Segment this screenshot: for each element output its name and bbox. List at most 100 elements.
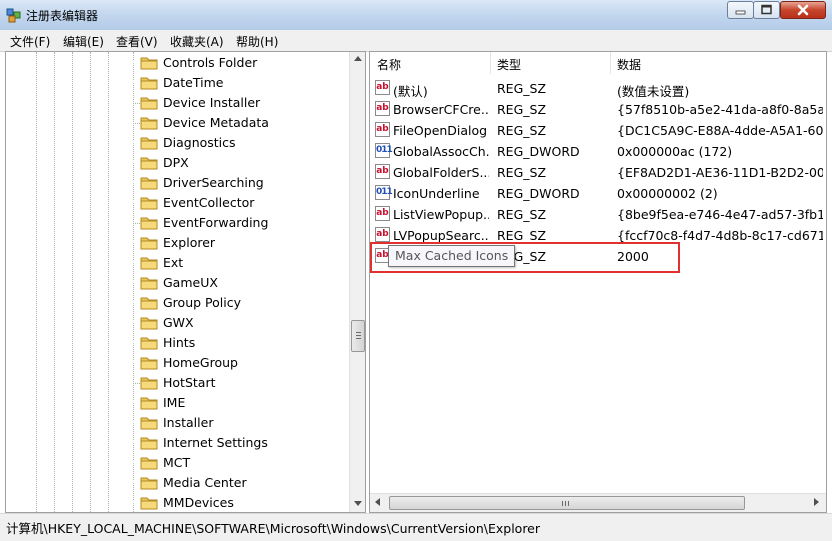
expand-arrow-icon[interactable] xyxy=(129,437,135,447)
window-title: 注册表编辑器 xyxy=(26,9,99,23)
tree-item[interactable]: Internet Settings xyxy=(6,433,350,453)
value-row[interactable]: ab GlobalFolderS... REG_SZ {EF8AD2D1-AE36-1… xyxy=(370,161,826,182)
string-value-icon: ab xyxy=(375,164,390,179)
expand-arrow-icon[interactable] xyxy=(129,477,135,487)
value-row[interactable]: 011 IconUnderline REG_DWORD 0x00000002 (2) xyxy=(370,182,826,203)
expand-arrow-icon[interactable] xyxy=(129,457,135,467)
tree-item[interactable]: GameUX xyxy=(6,273,350,293)
tree-item[interactable]: Group Policy xyxy=(6,293,350,313)
column-header-data[interactable]: 数据 xyxy=(610,52,826,74)
column-header-type[interactable]: 类型 xyxy=(490,52,610,74)
tree-item[interactable]: DPX xyxy=(6,153,350,173)
folder-icon xyxy=(140,417,158,430)
close-button[interactable] xyxy=(780,1,826,19)
expand-arrow-icon[interactable] xyxy=(129,177,135,187)
expand-arrow-icon[interactable] xyxy=(129,137,135,147)
expand-arrow-icon[interactable] xyxy=(129,237,135,247)
values-horizontal-scrollbar[interactable] xyxy=(370,493,826,512)
tree-item[interactable]: IME xyxy=(6,393,350,413)
value-row[interactable]: ab FileOpenDialog REG_SZ {DC1C5A9C-E88A-4dd… xyxy=(370,119,826,140)
expand-arrow-icon[interactable] xyxy=(129,497,135,507)
value-row[interactable]: 011 GlobalAssocCh... REG_DWORD 0x000000ac (… xyxy=(370,140,826,161)
tree-item[interactable]: MCT xyxy=(6,453,350,473)
menu-edit[interactable]: 编辑(E) xyxy=(63,33,104,50)
tree-item-label: GWX xyxy=(163,315,194,330)
tree-item[interactable]: Explorer xyxy=(6,233,350,253)
string-value-icon: ab xyxy=(375,122,390,137)
value-data: {DC1C5A9C-E88A-4dde-A5A1-60F82 xyxy=(617,123,823,138)
tree-item-label: DateTime xyxy=(163,75,224,90)
expand-arrow-icon[interactable] xyxy=(129,397,135,407)
scroll-left-arrow-icon[interactable] xyxy=(375,498,380,506)
expand-arrow-icon[interactable] xyxy=(129,57,135,67)
maximize-icon xyxy=(761,4,772,15)
tree-item[interactable]: EventCollector xyxy=(6,193,350,213)
menu-help[interactable]: 帮助(H) xyxy=(236,33,278,50)
value-row[interactable]: ab (默认) REG_SZ (数值未设置) xyxy=(370,77,826,99)
tree-item[interactable]: Device Installer xyxy=(6,93,350,113)
expand-arrow-icon[interactable] xyxy=(129,317,135,327)
folder-icon xyxy=(140,477,158,490)
tree-item-label: Diagnostics xyxy=(163,135,236,150)
menu-file[interactable]: 文件(F) xyxy=(10,33,50,50)
registry-values-list[interactable]: 名称 类型 数据 ab (默认) REG_SZ (数值未设置) ab BrowserCFC… xyxy=(369,51,827,513)
value-row[interactable]: ab BrowserCFCre... REG_SZ {57f8510b-a5e2-41… xyxy=(370,98,826,119)
values-scroll-thumb[interactable] xyxy=(389,496,745,510)
tree-item[interactable]: EventForwarding xyxy=(6,213,350,233)
tree-vertical-scrollbar[interactable] xyxy=(349,52,365,512)
column-header-name[interactable]: 名称 xyxy=(370,52,490,74)
tree-item[interactable]: GWX xyxy=(6,313,350,333)
value-type: REG_SZ xyxy=(497,207,547,222)
folder-icon xyxy=(140,197,158,210)
tree-item[interactable]: Diagnostics xyxy=(6,133,350,153)
expand-arrow-icon[interactable] xyxy=(129,357,135,367)
expand-arrow-icon[interactable] xyxy=(129,277,135,287)
tree-item-label: MMDevices xyxy=(163,495,234,510)
expand-arrow-icon[interactable] xyxy=(129,157,135,167)
tree-item-label: Explorer xyxy=(163,235,216,250)
scroll-down-arrow-icon[interactable] xyxy=(354,501,362,506)
tree-item-label: DriverSearching xyxy=(163,175,264,190)
status-bar: 计算机\HKEY_LOCAL_MACHINE\SOFTWARE\Microsof… xyxy=(0,513,832,541)
registry-key-tree[interactable]: Controls Folder DateTime Device Installer D… xyxy=(5,51,366,513)
tree-item[interactable]: Controls Folder xyxy=(6,53,350,73)
folder-icon xyxy=(140,377,158,390)
folder-icon xyxy=(140,57,158,70)
registry-app-icon xyxy=(6,8,21,23)
tree-item[interactable]: Ext xyxy=(6,253,350,273)
value-type: REG_DWORD xyxy=(497,144,580,159)
tree-item[interactable]: HomeGroup xyxy=(6,353,350,373)
tree-scroll-thumb[interactable] xyxy=(351,320,365,352)
expand-arrow-icon[interactable] xyxy=(129,337,135,347)
tree-item[interactable]: Hints xyxy=(6,333,350,353)
value-name: IconUnderline xyxy=(393,186,480,201)
expand-arrow-icon[interactable] xyxy=(129,417,135,427)
tree-item-label: HomeGroup xyxy=(163,355,238,370)
tree-item[interactable]: MMDevices xyxy=(6,493,350,512)
folder-icon xyxy=(140,497,158,510)
tree-item[interactable]: HotStart xyxy=(6,373,350,393)
tree-item[interactable]: Device Metadata xyxy=(6,113,350,133)
expand-arrow-icon[interactable] xyxy=(129,297,135,307)
expand-arrow-icon[interactable] xyxy=(129,77,135,87)
tree-item[interactable]: DateTime xyxy=(6,73,350,93)
tree-item-label: Ext xyxy=(163,255,184,270)
value-type: REG_SZ xyxy=(497,123,547,138)
scroll-right-arrow-icon[interactable] xyxy=(814,498,819,506)
expand-arrow-icon[interactable] xyxy=(129,257,135,267)
tree-item[interactable]: Media Center xyxy=(6,473,350,493)
menu-view[interactable]: 查看(V) xyxy=(116,33,158,50)
expand-arrow-icon[interactable] xyxy=(129,197,135,207)
scroll-up-arrow-icon[interactable] xyxy=(354,56,362,61)
tree-item[interactable]: Installer xyxy=(6,413,350,433)
maximize-button[interactable] xyxy=(753,1,780,19)
value-row[interactable]: ab ListViewPopup... REG_SZ {8be9f5ea-e746-4… xyxy=(370,203,826,224)
value-name: ListViewPopup... xyxy=(393,207,489,222)
status-path: 计算机\HKEY_LOCAL_MACHINE\SOFTWARE\Microsof… xyxy=(6,521,541,536)
menu-favorites[interactable]: 收藏夹(A) xyxy=(170,33,224,50)
tree-item[interactable]: DriverSearching xyxy=(6,173,350,193)
minimize-button[interactable] xyxy=(727,1,754,19)
tree-item-label: EventForwarding xyxy=(163,215,269,230)
folder-icon xyxy=(140,257,158,270)
tree-item-label: Media Center xyxy=(163,475,247,490)
